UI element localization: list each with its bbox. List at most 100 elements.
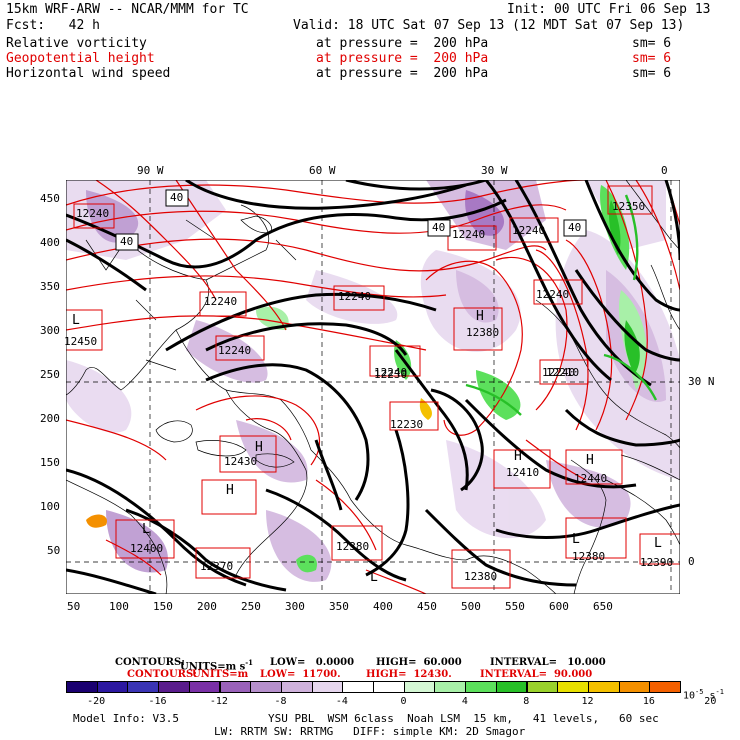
colorbar-tick-label: 16 xyxy=(642,696,655,707)
colorbar-swatch xyxy=(649,681,681,693)
height-label: 12450 xyxy=(64,335,98,348)
x-tick: 500 xyxy=(461,600,481,613)
wind-speed-label: 40 xyxy=(170,191,184,204)
low-marker: L xyxy=(142,522,150,537)
colorbar-swatch xyxy=(127,681,160,693)
height-label: 12380 xyxy=(466,326,500,339)
high-marker: H xyxy=(586,453,594,468)
y-tick: 200 xyxy=(40,412,60,425)
model-title: 15km WRF-ARW -- NCAR/MMM for TC xyxy=(6,2,249,17)
contours-red-interval: INTERVAL= 90.000 xyxy=(480,669,593,680)
height-label: 12410 xyxy=(506,466,540,479)
height-label: 12240 xyxy=(512,224,546,237)
x-tick: 50 xyxy=(67,600,81,613)
height-label: 12350 xyxy=(612,200,646,213)
colorbar-swatch xyxy=(526,681,559,693)
height-label: 12390 xyxy=(640,556,674,569)
colorbar-swatch xyxy=(373,681,405,693)
colorbar-tick-label: -4 xyxy=(335,696,348,707)
field-sm-height: sm= 6 xyxy=(632,51,672,66)
x-tick: 250 xyxy=(241,600,261,613)
colorbar-tick-label: -20 xyxy=(87,696,106,707)
height-label: 12380 xyxy=(464,570,498,583)
height-label: 12240 xyxy=(76,207,110,220)
weather-map xyxy=(66,180,680,594)
height-label: 12230 xyxy=(390,418,424,431)
y-tick: 400 xyxy=(40,236,60,249)
high-marker: H xyxy=(476,309,484,324)
x-tick: 450 xyxy=(417,600,437,613)
height-label: 12240 xyxy=(218,344,252,357)
height-label: 12210 xyxy=(546,366,580,379)
colorbar-swatch xyxy=(342,681,374,693)
height-label: 12370 xyxy=(200,560,234,573)
height-label: 12240 xyxy=(338,290,372,303)
colorbar-swatch xyxy=(219,681,252,693)
height-label: 12240 xyxy=(452,228,486,241)
x-tick: 200 xyxy=(197,600,217,613)
lat-label-30n: 30 N xyxy=(688,375,715,388)
colorbar-swatch xyxy=(557,681,589,693)
low-marker: L xyxy=(654,536,662,551)
lon-label-0: 0 xyxy=(661,164,668,177)
x-tick: 100 xyxy=(109,600,129,613)
lon-label-30w: 30 W xyxy=(481,164,508,177)
y-tick: 100 xyxy=(40,500,60,513)
field-pressure-wind: at pressure = 200 hPa xyxy=(316,66,489,81)
colorbar-swatch xyxy=(587,681,620,693)
y-tick: 350 xyxy=(40,280,60,293)
low-marker: L xyxy=(370,570,378,585)
height-label: 12230 xyxy=(374,368,408,381)
colorbar-tick-label: 20 xyxy=(704,696,717,707)
colorbar-swatch xyxy=(434,681,467,693)
x-tick: 400 xyxy=(373,600,393,613)
high-marker: H xyxy=(226,483,234,498)
wind-speed-label: 40 xyxy=(568,221,582,234)
colorbar-swatch xyxy=(96,681,129,693)
wind-speed-label: 40 xyxy=(120,235,134,248)
y-tick: 150 xyxy=(40,456,60,469)
colorbar-swatch xyxy=(618,681,651,693)
contours-red-low: LOW= 11700. xyxy=(260,669,341,680)
contours-red-prefix: CONTOURS: xyxy=(127,669,197,680)
colorbar-swatch xyxy=(66,681,98,693)
field-pressure-vorticity: at pressure = 200 hPa xyxy=(316,36,489,51)
colorbar-tick-label: 4 xyxy=(461,696,468,707)
lat-label-0: 0 xyxy=(688,555,695,568)
height-label: 12440 xyxy=(574,472,608,485)
height-label: 12240 xyxy=(204,295,238,308)
low-marker: L xyxy=(572,532,580,547)
high-marker: H xyxy=(255,440,263,455)
colorbar-tick-label: 0 xyxy=(400,696,407,707)
x-tick: 600 xyxy=(549,600,569,613)
physics-line-2: LW: RRTM SW: RRTMG DIFF: simple KM: 2D S… xyxy=(214,725,526,738)
colorbar-swatch xyxy=(250,681,282,693)
colorbar-tick-label: -12 xyxy=(209,696,228,707)
colorbar-swatch xyxy=(158,681,190,693)
height-label: 12430 xyxy=(224,455,258,468)
low-marker: L xyxy=(72,313,80,328)
vorticity-colorbar xyxy=(66,681,681,693)
wind-speed-label: 40 xyxy=(432,221,446,234)
height-label: 12380 xyxy=(336,540,370,553)
y-tick: 300 xyxy=(40,324,60,337)
init-time: Init: 00 UTC Fri 06 Sep 13 xyxy=(507,2,711,17)
physics-line-1: YSU PBL WSM 6class Noah LSM 15 km, 41 le… xyxy=(268,712,659,725)
field-sm-wind: sm= 6 xyxy=(632,66,672,81)
colorbar-swatch xyxy=(403,681,436,693)
y-tick: 250 xyxy=(40,368,60,381)
forecast-hour: Fcst: 42 h xyxy=(6,18,100,33)
colorbar-swatch xyxy=(280,681,313,693)
field-name-height: Geopotential height xyxy=(6,51,155,66)
height-label: 12380 xyxy=(572,550,606,563)
x-tick: 300 xyxy=(285,600,305,613)
high-marker: H xyxy=(514,449,522,464)
field-pressure-height: at pressure = 200 hPa xyxy=(316,51,489,66)
x-tick: 350 xyxy=(329,600,349,613)
lon-label-90w: 90 W xyxy=(137,164,164,177)
colorbar-tick-label: 8 xyxy=(523,696,530,707)
colorbar-swatch xyxy=(311,681,344,693)
x-tick: 650 xyxy=(593,600,613,613)
colorbar-swatch xyxy=(188,681,221,693)
colorbar-swatch xyxy=(495,681,528,693)
